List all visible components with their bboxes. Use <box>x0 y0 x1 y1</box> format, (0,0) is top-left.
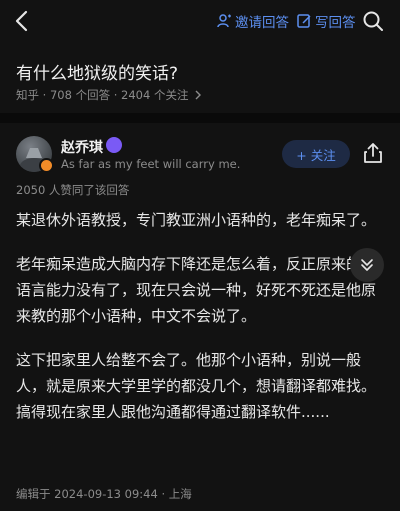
follow-button[interactable]: + 关注 <box>282 140 350 168</box>
question-title[interactable]: 有什么地狱级的笑话? <box>16 59 178 84</box>
collapse-icon <box>361 259 373 271</box>
question-meta-text: 知乎 · 708 个回答 · 2404 个关注 <box>16 88 189 102</box>
chevron-right-icon <box>195 90 202 100</box>
answer-paragraph-3: 这下把家里人给整不会了。他那个小语种，别说一般人，就是原来大学里学的都没几个，想… <box>16 351 377 421</box>
vote-count: 2050 人赞同了该回答 <box>16 183 130 197</box>
share-icon[interactable] <box>362 142 384 164</box>
answer-paragraph-2: 老年痴呆造成大脑内存下降还是怎么着，反正原来的多语言能力没有了，现在只会说一种，… <box>16 255 377 325</box>
search-icon[interactable] <box>361 9 385 33</box>
author-name[interactable]: 赵乔琪 <box>61 137 103 157</box>
answer-paragraph-1: 某退休外语教授，专门教亚洲小语种的，老年痴呆了。 <box>16 211 377 229</box>
invite-icon <box>217 14 231 28</box>
question-meta[interactable]: 知乎 · 708 个回答 · 2404 个关注 <box>16 87 202 103</box>
invite-answer-button[interactable]: 邀请回答 <box>216 11 289 31</box>
section-divider <box>0 113 400 123</box>
write-icon <box>297 14 311 28</box>
answer-content: 某退休外语教授，专门教亚洲小语种的，老年痴呆了。 老年痴呆造成大脑内存下降还是怎… <box>16 207 384 443</box>
collapse-button[interactable] <box>350 248 384 282</box>
write-answer-label: 写回答 <box>315 15 356 31</box>
verified-badge <box>39 158 54 173</box>
edit-timestamp: 编辑于 2024-09-13 09:44 · 上海 <box>16 487 192 501</box>
back-arrow-icon[interactable] <box>10 8 36 34</box>
invite-answer-label: 邀请回答 <box>235 15 289 31</box>
author-bio: As far as my feet will carry me. <box>61 157 241 171</box>
write-answer-button[interactable]: 写回答 <box>296 11 356 31</box>
top-bar: 邀请回答 写回答 <box>0 0 400 44</box>
member-badge-icon <box>106 137 122 153</box>
